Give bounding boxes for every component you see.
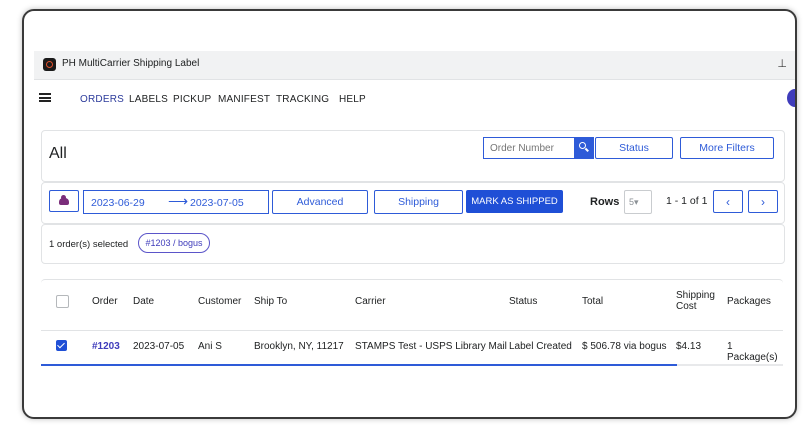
- cell-ship-to: Brooklyn, NY, 11217: [254, 341, 344, 352]
- selection-panel: 1 order(s) selected #1203 / bogus: [41, 224, 785, 264]
- header-divider: [41, 330, 783, 331]
- arrow-right-icon: ⟶: [168, 193, 189, 209]
- nav-pickup[interactable]: PICKUP: [173, 94, 211, 105]
- avatar[interactable]: [787, 89, 795, 107]
- main-nav: ORDERS LABELS PICKUP MANIFEST TRACKING H…: [34, 89, 795, 109]
- cell-total: $ 506.78 via bogus: [582, 341, 667, 352]
- column-header-shipping-cost: Shipping Cost: [676, 290, 715, 312]
- order-link[interactable]: #1203: [92, 341, 120, 352]
- order-number-search-input[interactable]: [483, 137, 575, 159]
- orders-table: Order Date Customer Ship To Carrier Stat…: [41, 279, 783, 366]
- rows-label: Rows: [590, 196, 620, 208]
- date-range-picker[interactable]: 2023-06-29 ⟶ 2023-07-05: [83, 190, 269, 214]
- horizontal-scrollbar-thumb[interactable]: [41, 364, 677, 366]
- selected-count: 1 order(s) selected: [49, 239, 129, 250]
- nav-help[interactable]: HELP: [339, 94, 366, 105]
- window-title: PH MultiCarrier Shipping Label: [62, 58, 200, 69]
- cell-carrier: STAMPS Test - USPS Library Mail: [355, 341, 507, 352]
- rows-per-page-select[interactable]: 5▾: [624, 190, 652, 214]
- rows-value: 5: [629, 197, 635, 207]
- cell-date: 2023-07-05: [133, 341, 185, 352]
- pagination-info: 1 - 1 of 1: [666, 195, 708, 207]
- cloud-upload-button[interactable]: [49, 190, 79, 212]
- page-title: All: [49, 145, 67, 162]
- column-header-carrier: Carrier: [355, 296, 386, 307]
- status-filter-button[interactable]: Status: [595, 137, 673, 159]
- nav-tracking[interactable]: TRACKING: [276, 94, 329, 105]
- window-titlebar: PH MultiCarrier Shipping Label ⊥: [34, 51, 795, 80]
- date-end[interactable]: 2023-07-05: [190, 197, 244, 209]
- row-checkbox[interactable]: [56, 340, 67, 351]
- column-header-customer: Customer: [198, 296, 242, 307]
- selected-order-chip[interactable]: #1203 / bogus: [138, 233, 210, 253]
- shipping-button[interactable]: Shipping: [374, 190, 463, 214]
- app-logo-icon: [43, 58, 56, 71]
- advanced-button[interactable]: Advanced: [272, 190, 368, 214]
- date-start[interactable]: 2023-06-29: [91, 197, 145, 209]
- nav-orders[interactable]: ORDERS: [80, 94, 124, 105]
- app-window: PH MultiCarrier Shipping Label ⊥ ORDERS …: [22, 9, 797, 419]
- search-icon[interactable]: [574, 137, 594, 159]
- nav-manifest[interactable]: MANIFEST: [218, 94, 270, 105]
- mark-as-shipped-button[interactable]: MARK AS SHIPPED: [466, 190, 563, 213]
- column-header-total: Total: [582, 296, 604, 307]
- menu-icon[interactable]: [39, 93, 51, 102]
- column-header-packages: Packages: [727, 296, 771, 307]
- column-header-date: Date: [133, 296, 155, 307]
- cell-packages: 1 Package(s): [727, 341, 778, 363]
- more-filters-button[interactable]: More Filters: [680, 137, 774, 159]
- column-header-ship-to: Ship To: [254, 296, 288, 307]
- nav-labels[interactable]: LABELS: [129, 94, 168, 105]
- orders-header-panel: All Status More Filters: [41, 130, 785, 182]
- column-header-order: Order: [92, 296, 118, 307]
- toolbar-panel: 2023-06-29 ⟶ 2023-07-05 Advanced Shippin…: [41, 182, 785, 224]
- cell-customer: Ani S: [198, 341, 222, 352]
- next-page-button[interactable]: ›: [748, 190, 778, 213]
- column-header-status: Status: [509, 296, 538, 307]
- pin-icon[interactable]: ⊥: [777, 57, 787, 70]
- cell-status: Label Created: [509, 341, 572, 352]
- select-all-checkbox[interactable]: [56, 295, 69, 308]
- prev-page-button[interactable]: ‹: [713, 190, 743, 213]
- cloud-icon: [59, 194, 69, 205]
- cell-shipping-cost: $4.13: [676, 341, 702, 352]
